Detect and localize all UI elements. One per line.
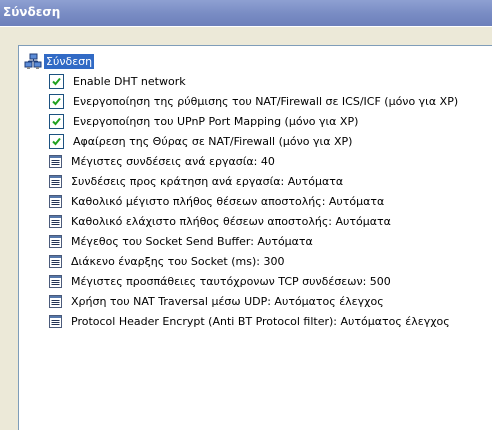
tree-item-label: Ενεργοποίηση της ρύθμισης του NAT/Firewa… <box>73 94 459 108</box>
settings-list-icon <box>49 214 62 228</box>
tree-item-label: Διάκενο έναρξης του Socket (ms): 300 <box>71 254 285 268</box>
tree-root-label[interactable]: Σύνδεση <box>44 54 95 69</box>
tree-item-label: Μέγεθος του Socket Send Buffer: Αυτόματα <box>71 234 313 248</box>
tree-setting-item[interactable]: Συνδέσεις προς κράτηση ανά εργασία: Αυτό… <box>49 173 343 189</box>
checkbox-icon[interactable] <box>49 113 64 129</box>
tree-item-label: Enable DHT network <box>73 74 186 88</box>
settings-list-icon <box>49 294 62 308</box>
settings-list-icon <box>49 194 62 208</box>
network-computers-icon <box>24 53 42 69</box>
tree-setting-item[interactable]: Μέγεθος του Socket Send Buffer: Αυτόματα <box>49 233 313 249</box>
settings-list-icon <box>49 154 62 168</box>
tree-setting-item[interactable]: Protocol Header Encrypt (Anti BT Protoco… <box>49 313 450 329</box>
checkbox-icon[interactable] <box>49 73 64 89</box>
tree-setting-item[interactable]: Μέγιστες συνδέσεις ανά εργασία: 40 <box>49 153 275 169</box>
settings-list-icon <box>49 254 62 268</box>
tree-checkbox-item[interactable]: Αφαίρεση της Θύρας σε NAT/Firewall (μόνο… <box>49 133 352 149</box>
tree-checkbox-item[interactable]: Ενεργοποίηση του UPnP Port Mapping (μόνο… <box>49 113 358 129</box>
settings-list-icon <box>49 274 62 288</box>
window-title: Σύνδεση <box>0 0 492 26</box>
tree-item-label: Καθολικό ελάχιστο πλήθος θέσεων αποστολή… <box>71 214 391 228</box>
settings-list-icon <box>49 174 62 188</box>
title-separator <box>0 26 492 27</box>
tree-root-node[interactable]: Σύνδεση <box>24 53 95 70</box>
tree-setting-item[interactable]: Καθολικό μέγιστο πλήθος θέσεων αποστολής… <box>49 193 384 209</box>
tree-item-label: Χρήση του NAT Traversal μέσω UDP: Αυτόμα… <box>71 294 384 308</box>
settings-list-icon <box>49 234 62 248</box>
options-tree-panel[interactable]: Σύνδεση Enable DHT network Ενεργοποίηση τ… <box>18 45 492 430</box>
tree-item-label: Μέγιστες προσπάθειες ταυτόχρονων TCP συν… <box>71 274 391 288</box>
tree-setting-item[interactable]: Καθολικό ελάχιστο πλήθος θέσεων αποστολή… <box>49 213 391 229</box>
tree-item-label: Protocol Header Encrypt (Anti BT Protoco… <box>71 314 450 328</box>
tree-item-label: Αφαίρεση της Θύρας σε NAT/Firewall (μόνο… <box>73 134 353 148</box>
tree-checkbox-item[interactable]: Enable DHT network <box>49 73 186 89</box>
settings-list-icon <box>49 314 62 328</box>
tree-checkbox-item[interactable]: Ενεργοποίηση της ρύθμισης του NAT/Firewa… <box>49 93 458 109</box>
checkbox-icon[interactable] <box>49 133 64 149</box>
tree-item-label: Ενεργοποίηση του UPnP Port Mapping (μόνο… <box>73 114 359 128</box>
tree-setting-item[interactable]: Μέγιστες προσπάθειες ταυτόχρονων TCP συν… <box>49 273 391 289</box>
tree-setting-item[interactable]: Χρήση του NAT Traversal μέσω UDP: Αυτόμα… <box>49 293 384 309</box>
tree-item-label: Καθολικό μέγιστο πλήθος θέσεων αποστολής… <box>71 194 385 208</box>
tree-item-label: Μέγιστες συνδέσεις ανά εργασία: 40 <box>71 154 275 168</box>
checkbox-icon[interactable] <box>49 93 64 109</box>
tree-item-label: Συνδέσεις προς κράτηση ανά εργασία: Αυτό… <box>71 174 344 188</box>
tree-setting-item[interactable]: Διάκενο έναρξης του Socket (ms): 300 <box>49 253 284 269</box>
